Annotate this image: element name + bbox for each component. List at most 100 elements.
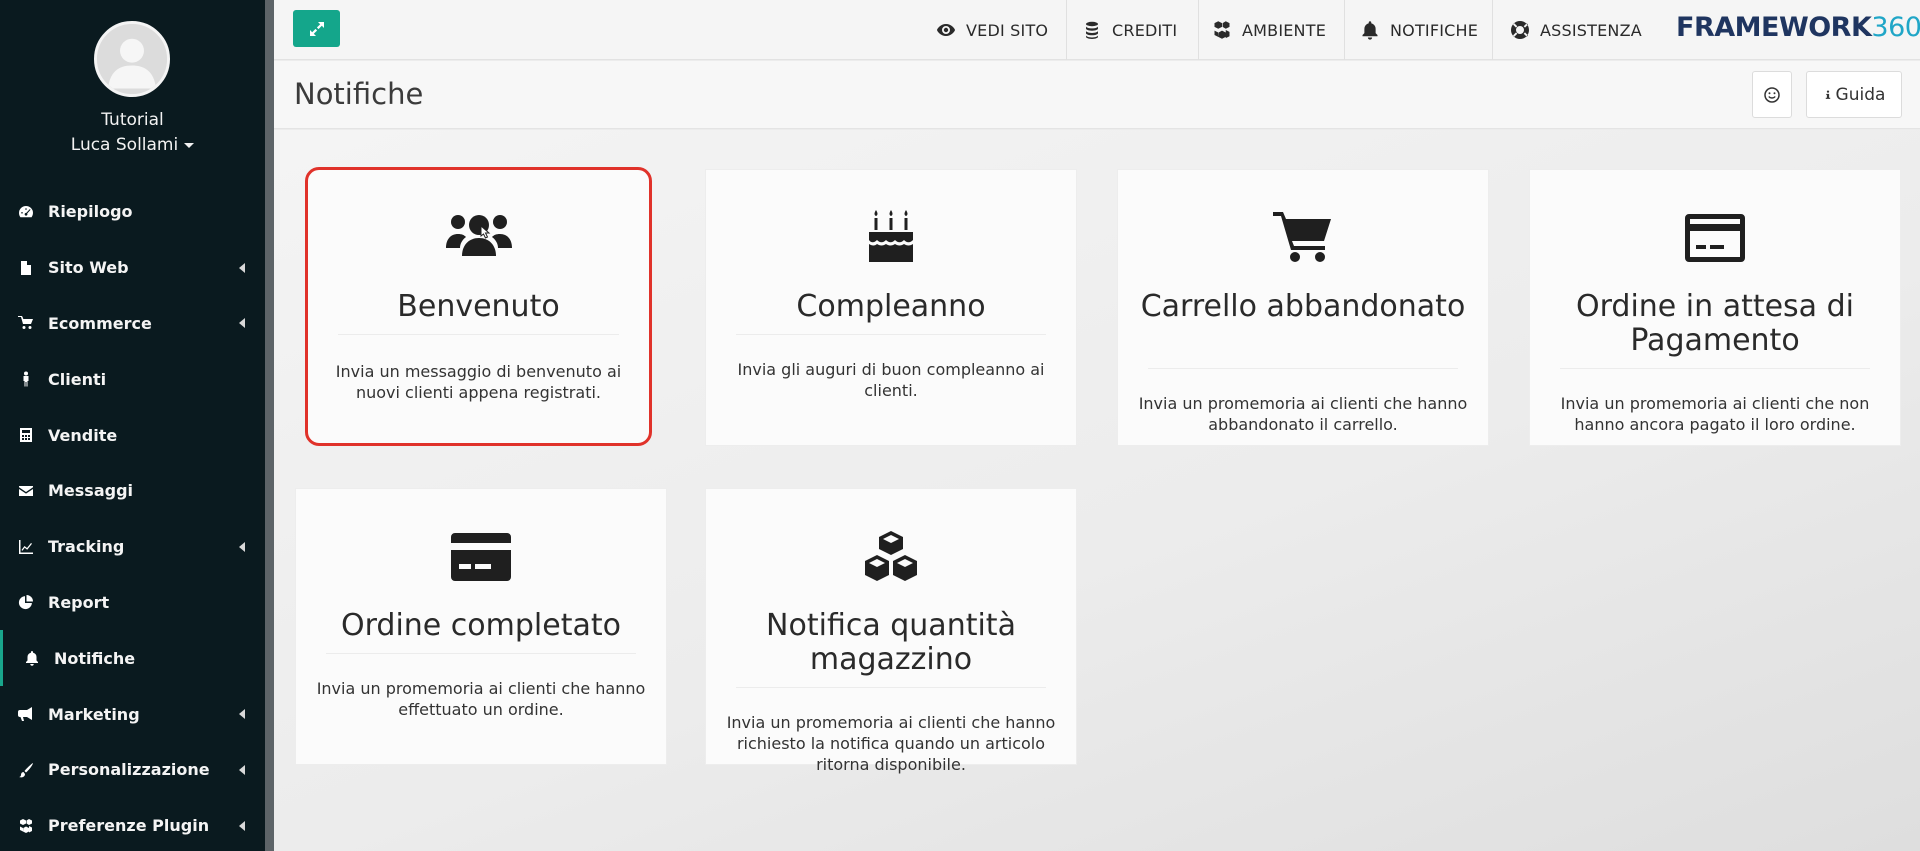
card-title: Ordine in attesa di Pagamento bbox=[1576, 289, 1854, 358]
sidebar-item-sito-web[interactable]: Sito Web bbox=[0, 240, 265, 296]
sidebar-item-label: Report bbox=[48, 592, 110, 612]
bell-icon bbox=[24, 650, 40, 666]
sidebar-item-label: Clienti bbox=[48, 369, 107, 389]
divider bbox=[1066, 0, 1067, 60]
sidebar-item-label: Preferenze Plugin bbox=[48, 816, 210, 836]
sidebar-item-marketing[interactable]: Marketing bbox=[0, 686, 265, 742]
calculator-icon bbox=[18, 427, 34, 443]
card-title: Notifica quantità magazzino bbox=[766, 608, 1016, 677]
sidebar-item-label: Personalizzazione bbox=[48, 760, 210, 780]
topbar-ambiente[interactable]: AMBIENTE bbox=[1212, 0, 1326, 60]
notifications-grid: Benvenuto Invia un messaggio di benvenut… bbox=[274, 130, 1920, 851]
user-name: Luca Sollami bbox=[70, 135, 179, 155]
divider bbox=[1492, 0, 1493, 60]
cart-icon bbox=[18, 315, 34, 331]
file-icon bbox=[18, 260, 34, 276]
divider bbox=[338, 334, 619, 335]
brush-icon bbox=[18, 762, 34, 778]
card-description: Invia gli auguri di buon compleanno ai c… bbox=[737, 360, 1045, 400]
topbar-vedi-sito[interactable]: VEDI SITO bbox=[936, 0, 1048, 60]
chevron-left-icon bbox=[239, 541, 245, 552]
birthday-cake-icon bbox=[706, 208, 1076, 264]
cubes-icon bbox=[1214, 21, 1230, 39]
card-ordine-completato[interactable]: Ordine completato Invia un promemoria ai… bbox=[295, 488, 667, 765]
lifebuoy-icon bbox=[1511, 21, 1529, 39]
framework360-logo[interactable]: FRAMEWORK360 bbox=[1676, 12, 1920, 43]
sidebar-item-label: Notifiche bbox=[54, 648, 136, 668]
topbar-notifiche[interactable]: NOTIFICHE bbox=[1360, 0, 1478, 60]
card-title: Benvenuto bbox=[397, 289, 560, 324]
divider bbox=[736, 687, 1046, 688]
page-header: Notifiche Guida bbox=[274, 61, 1920, 129]
cubes-icon bbox=[18, 818, 34, 834]
user-avatar-icon bbox=[97, 24, 167, 94]
sidebar-nav: Riepilogo Sito Web Ecommerce Clienti Ven… bbox=[0, 184, 265, 851]
sidebar-item-vendite[interactable]: Vendite bbox=[0, 407, 265, 463]
card-title: Ordine completato bbox=[341, 608, 621, 643]
credit-card-outline-icon bbox=[1530, 214, 1900, 262]
card-compleanno[interactable]: Compleanno Invia gli auguri di buon comp… bbox=[705, 169, 1077, 446]
chevron-left-icon bbox=[239, 709, 245, 720]
sidebar-item-label: Vendite bbox=[48, 425, 118, 445]
topbar-crediti[interactable]: CREDITI bbox=[1082, 0, 1177, 60]
topbar-link-label: ASSISTENZA bbox=[1540, 20, 1642, 40]
sidebar-item-notifiche[interactable]: Notifiche bbox=[0, 630, 265, 687]
sidebar-scrollbar[interactable] bbox=[265, 0, 274, 851]
chevron-left-icon bbox=[239, 764, 245, 775]
guida-label: Guida bbox=[1835, 84, 1886, 105]
sidebar-item-personalizzazione[interactable]: Personalizzazione bbox=[0, 742, 265, 798]
sidebar-item-riepilogo[interactable]: Riepilogo bbox=[0, 184, 265, 240]
sidebar-item-ecommerce[interactable]: Ecommerce bbox=[0, 296, 265, 352]
top-links: VEDI SITO CREDITI AMBIENTE NOTIFICHE ASS… bbox=[274, 0, 1920, 60]
user-menu[interactable]: Luca Sollami bbox=[0, 135, 265, 155]
male-icon bbox=[18, 371, 34, 387]
users-icon bbox=[308, 210, 649, 260]
chevron-left-icon bbox=[239, 820, 245, 831]
divider bbox=[326, 653, 636, 654]
page-title: Notifiche bbox=[294, 77, 424, 111]
chevron-left-icon bbox=[239, 318, 245, 329]
topbar-link-label: NOTIFICHE bbox=[1390, 20, 1479, 40]
sidebar-item-preferenze-plugin[interactable]: Preferenze Plugin bbox=[0, 798, 265, 851]
sidebar-item-messaggi[interactable]: Messaggi bbox=[0, 463, 265, 519]
card-carrello-abbandonato[interactable]: Carrello abbandonato Invia un promemoria… bbox=[1117, 169, 1489, 446]
sidebar-item-report[interactable]: Report bbox=[0, 575, 265, 631]
bell-icon bbox=[1362, 21, 1378, 40]
sidebar-item-tracking[interactable]: Tracking bbox=[0, 519, 265, 575]
sidebar-item-label: Sito Web bbox=[48, 258, 129, 278]
sidebar-item-label: Messaggi bbox=[48, 481, 134, 501]
sidebar-item-label: Marketing bbox=[48, 704, 140, 724]
user-company: Tutorial bbox=[101, 110, 164, 130]
sidebar-item-label: Ecommerce bbox=[48, 313, 152, 333]
dashboard-icon bbox=[18, 204, 34, 220]
card-description: Invia un promemoria ai clienti che hanno… bbox=[1138, 394, 1468, 434]
feedback-button[interactable] bbox=[1752, 71, 1792, 118]
avatar[interactable] bbox=[94, 21, 170, 97]
pie-chart-icon bbox=[18, 594, 34, 610]
divider bbox=[1198, 0, 1199, 60]
divider bbox=[1148, 368, 1458, 369]
sidebar-item-clienti[interactable]: Clienti bbox=[0, 351, 265, 407]
card-description: Invia un promemoria ai clienti che non h… bbox=[1560, 394, 1870, 434]
sidebar-item-label: Riepilogo bbox=[48, 202, 133, 222]
topbar-link-label: VEDI SITO bbox=[966, 20, 1049, 40]
bullhorn-icon bbox=[18, 706, 34, 722]
topbar-assistenza[interactable]: ASSISTENZA bbox=[1510, 0, 1642, 60]
card-description: Invia un messaggio di benvenuto ai nuovi… bbox=[335, 362, 622, 402]
smile-icon bbox=[1764, 86, 1780, 103]
card-notifica-quantita[interactable]: Notifica quantità magazzino Invia un pro… bbox=[705, 488, 1077, 774]
card-title: Carrello abbandonato bbox=[1140, 289, 1466, 324]
topbar-link-label: AMBIENTE bbox=[1242, 20, 1327, 40]
topbar-link-label: CREDITI bbox=[1112, 20, 1178, 40]
guida-button[interactable]: Guida bbox=[1806, 71, 1902, 118]
card-description: Invia un promemoria ai clienti che hanno… bbox=[316, 679, 646, 719]
card-ordine-in-attesa[interactable]: Ordine in attesa di Pagamento Invia un p… bbox=[1529, 169, 1901, 446]
sidebar: Tutorial Luca Sollami Riepilogo Sito Web… bbox=[0, 0, 265, 851]
divider bbox=[1344, 0, 1345, 60]
logo-main: FRAMEWORK bbox=[1676, 12, 1872, 43]
card-description: Invia un promemoria ai clienti che hanno… bbox=[726, 713, 1056, 774]
divider bbox=[1560, 368, 1870, 369]
card-benvenuto[interactable]: Benvenuto Invia un messaggio di benvenut… bbox=[305, 167, 652, 446]
envelope-icon bbox=[18, 483, 34, 499]
sidebar-item-label: Tracking bbox=[48, 537, 125, 557]
